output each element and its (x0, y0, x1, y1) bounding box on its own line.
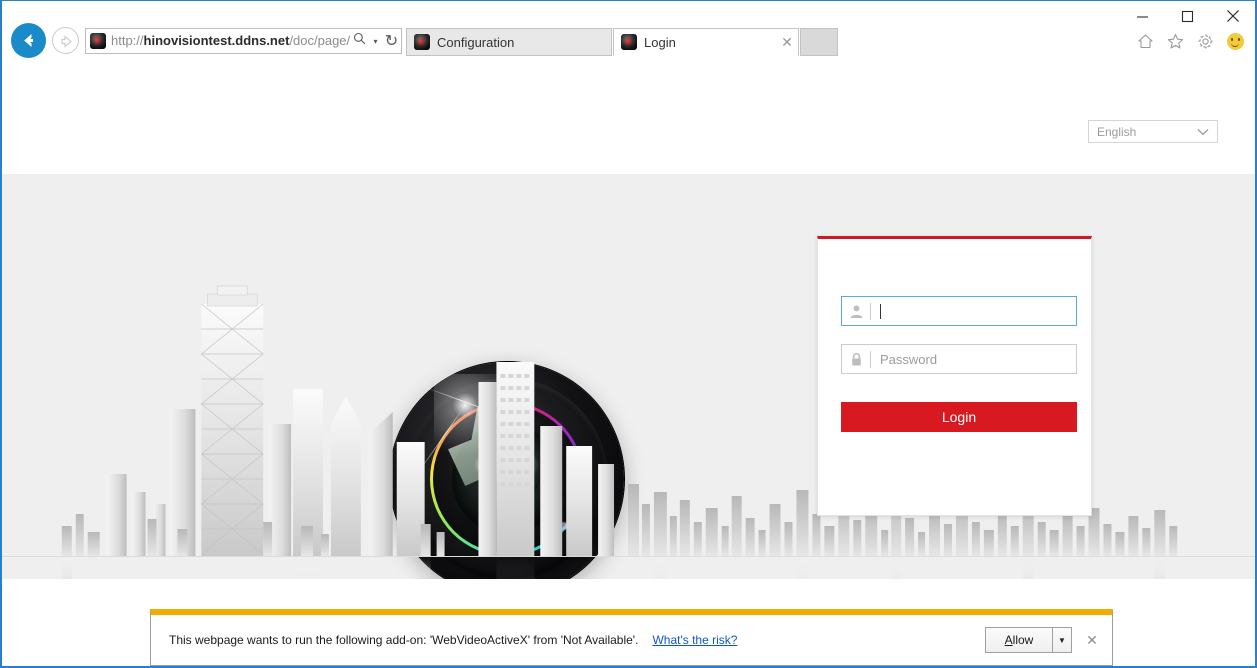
notification-close-icon[interactable]: ✕ (1078, 632, 1106, 649)
new-tab-button[interactable] (800, 28, 838, 56)
settings-gear-icon[interactable] (1195, 31, 1215, 51)
favorites-star-icon[interactable] (1165, 31, 1185, 51)
refresh-icon[interactable]: ↻ (382, 31, 401, 51)
forward-button[interactable] (52, 27, 79, 54)
lock-icon (842, 345, 870, 373)
activex-notification-bar: This webpage wants to run the following … (150, 609, 1113, 666)
browser-chrome: http://hinovisiontest.ddns.net/doc/page/… (2, 1, 1255, 61)
allow-label-rest: llow (1013, 633, 1034, 647)
language-value: English (1097, 125, 1197, 139)
allow-button[interactable]: Allow (985, 627, 1053, 653)
url-scheme: http:// (111, 33, 144, 48)
url-path: /doc/page/logir (289, 33, 350, 48)
tab-favicon-icon (621, 34, 637, 50)
tab-configuration[interactable]: Configuration (406, 28, 612, 56)
minimize-button[interactable] (1120, 1, 1165, 31)
page-header: English (2, 61, 1255, 174)
window-controls (1120, 1, 1255, 31)
search-icon[interactable] (350, 32, 369, 50)
chevron-down-icon (1197, 125, 1209, 139)
allow-split-button: Allow ▼ (985, 627, 1072, 653)
close-button[interactable] (1210, 1, 1255, 31)
field-divider (870, 303, 871, 320)
notification-message: This webpage wants to run the following … (169, 633, 638, 647)
browser-toolbar-icons (1135, 31, 1245, 51)
page-viewport: English (2, 61, 1255, 666)
site-favicon-icon (90, 33, 106, 49)
address-bar[interactable]: http://hinovisiontest.ddns.net/doc/page/… (85, 28, 402, 54)
back-button[interactable] (11, 23, 46, 58)
username-input[interactable] (881, 297, 1076, 325)
allow-dropdown-icon[interactable]: ▼ (1053, 627, 1072, 653)
whats-the-risk-link[interactable]: What's the risk? (652, 633, 737, 647)
password-input[interactable] (871, 345, 1076, 373)
dropdown-caret-icon[interactable]: ▾ (369, 37, 382, 46)
browser-window: http://hinovisiontest.ddns.net/doc/page/… (0, 0, 1257, 668)
tab-close-icon[interactable]: ✕ (776, 34, 798, 51)
username-field[interactable] (841, 296, 1077, 326)
camera-lens-icon (390, 362, 624, 579)
url-host: hinovisiontest.ddns.net (144, 33, 290, 48)
tab-favicon-icon (414, 34, 430, 50)
allow-accelerator: A (1005, 633, 1013, 647)
language-select[interactable]: English (1088, 120, 1218, 143)
login-card: Login (817, 236, 1092, 516)
tab-label: Login (644, 35, 776, 50)
password-field[interactable] (841, 344, 1077, 374)
login-button[interactable]: Login (841, 402, 1077, 432)
tab-login[interactable]: Login ✕ (613, 28, 799, 56)
maximize-button[interactable] (1165, 1, 1210, 31)
tab-label: Configuration (437, 35, 611, 50)
url-text[interactable]: http://hinovisiontest.ddns.net/doc/page/… (111, 29, 350, 53)
home-icon[interactable] (1135, 31, 1155, 51)
user-icon (842, 297, 870, 325)
feedback-smiley-icon[interactable] (1225, 31, 1245, 51)
